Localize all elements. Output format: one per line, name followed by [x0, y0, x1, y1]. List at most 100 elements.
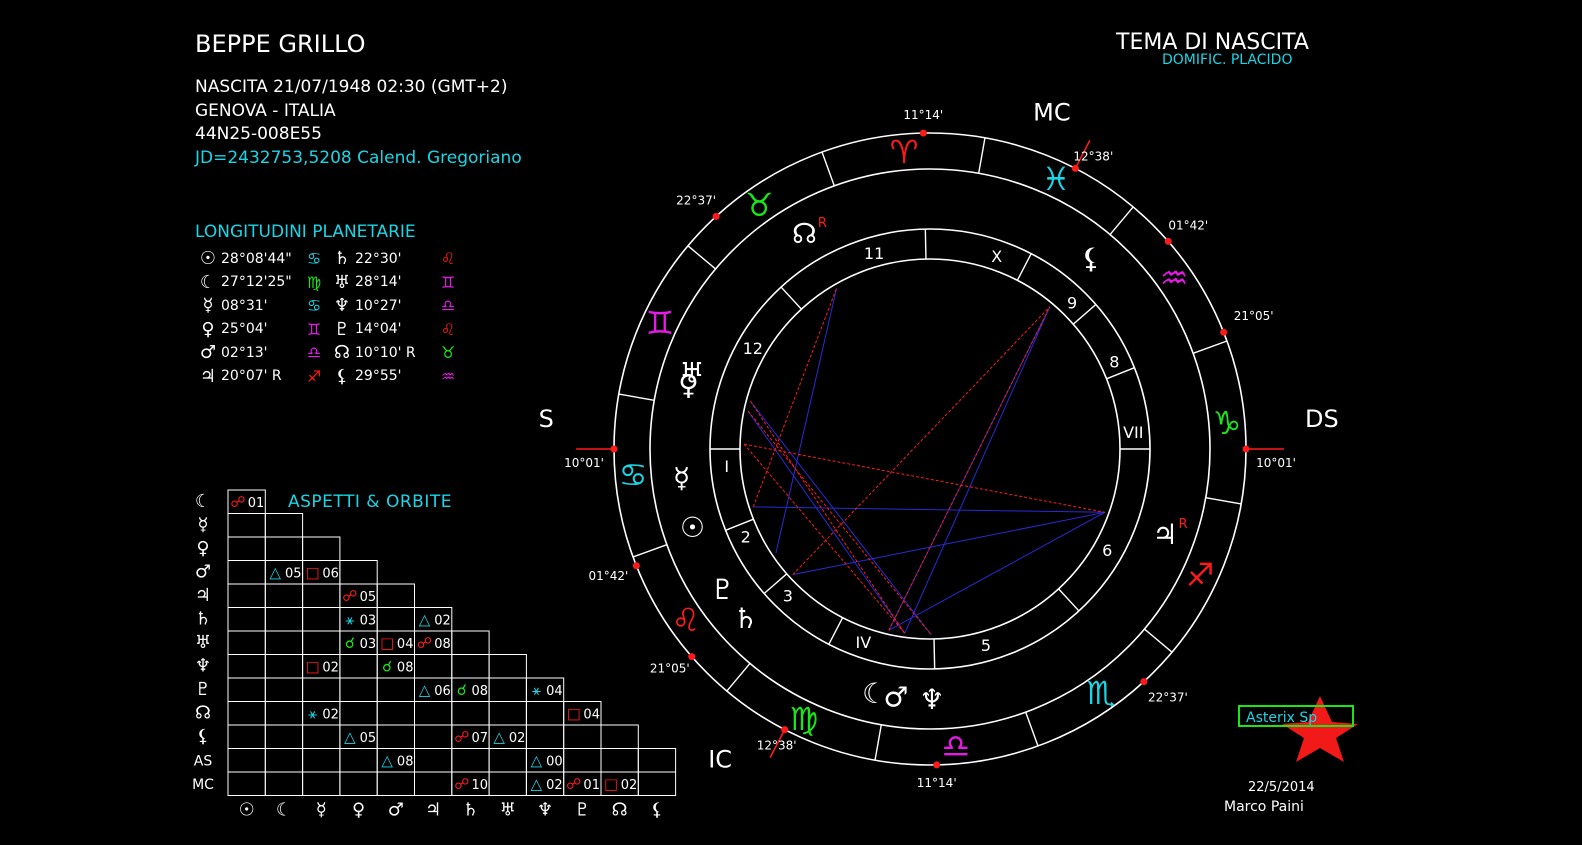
aspect-cell — [414, 724, 453, 749]
planet-glyph-icon: ♅ — [333, 271, 351, 293]
aspect-orb: 06 — [434, 684, 451, 699]
aspect-orb: 03 — [360, 637, 377, 652]
aspect-orb: 08 — [434, 637, 451, 652]
house-number: I — [724, 457, 729, 476]
aspect-symbol: ☍ — [454, 728, 469, 746]
zodiac-sign-icon: ♍ — [306, 272, 322, 292]
planet-longitude-row: ♂ 02°13' ♎ — [195, 341, 329, 365]
aspect-cell — [488, 748, 527, 773]
aspect-cell — [339, 771, 378, 796]
aspect-cell — [227, 654, 266, 679]
sign-boundary — [618, 393, 655, 401]
aspect-symbol: △ — [381, 752, 393, 770]
aspect-symbol: ☌ — [345, 634, 355, 652]
sign-boundary — [874, 724, 882, 761]
cusp-degree-label: 12°38' — [1073, 149, 1113, 163]
house-number: 3 — [783, 586, 793, 605]
aspect-cell — [339, 701, 378, 726]
aspect-orb: 08 — [397, 661, 414, 676]
house-cusp — [828, 617, 844, 645]
aspect-cell — [376, 607, 415, 632]
cusp-degree-label: 12°38' — [757, 739, 797, 753]
aspect-orb: 05 — [360, 731, 377, 746]
aspect-col-label: ♂ — [388, 800, 404, 821]
aspect-orb: 02 — [434, 614, 451, 629]
aspect-cell — [451, 701, 490, 726]
aspect-row-label: ♂ — [195, 562, 211, 583]
aspect-cell — [451, 630, 490, 655]
zodiac-sign-icon: ♒ — [1160, 259, 1189, 297]
planet-glyph-icon: ♃ — [1153, 518, 1178, 551]
zodiac-sign-icon: ♊ — [440, 272, 456, 292]
planet-glyph-icon: ♂ — [884, 681, 909, 714]
retrograde-marker: R — [818, 216, 827, 231]
aspect-cell — [264, 677, 304, 702]
house-number: 5 — [981, 636, 991, 655]
aspect-cell — [227, 677, 266, 702]
cusp-degree-label: 01°42' — [588, 569, 628, 583]
planet-glyph-icon: ♀ — [201, 318, 215, 340]
planet-glyph-icon: ⚸ — [335, 365, 349, 387]
planet-longitude-value: 08°31' — [221, 297, 268, 314]
aspect-cell — [488, 677, 527, 702]
aspect-cell — [376, 771, 415, 796]
aspect-symbol: ☌ — [457, 681, 467, 699]
aspect-cell — [414, 654, 453, 679]
zodiac-sign-icon: ♎ — [440, 296, 456, 316]
cusp-dot — [688, 653, 696, 661]
cusp-dot — [1242, 445, 1250, 453]
aspect-cell — [227, 724, 266, 749]
aspect-orb: 02 — [509, 731, 526, 746]
planet-glyph-icon: ♂ — [199, 342, 217, 364]
aspect-cell — [302, 748, 341, 773]
cusp-degree-label: 21°05' — [1234, 309, 1274, 323]
coordinates: 44N25-008E55 — [195, 124, 322, 144]
aspect-cell — [302, 607, 341, 632]
aspect-row-label: ♆ — [195, 656, 211, 677]
planet-glyph-icon: ♄ — [333, 248, 351, 270]
aspect-cell — [264, 583, 304, 608]
zodiac-sign-icon: ♌ — [440, 249, 456, 269]
house-number: X — [991, 247, 1002, 266]
aspect-cell — [302, 677, 341, 702]
aspect-cell — [227, 630, 266, 655]
house-number: 8 — [1109, 353, 1119, 372]
aspect-line — [747, 410, 932, 636]
sign-boundary — [726, 662, 751, 692]
planet-longitude-value: 02°13' — [221, 344, 268, 361]
planet-longitude-value: 22°30' — [355, 250, 402, 267]
aspect-row-label: ⚸ — [196, 726, 209, 747]
zodiac-sign-icon: ♋ — [306, 296, 322, 316]
planet-glyph-icon: ☾ — [199, 271, 217, 293]
zodiac-sign-icon: ♎ — [942, 727, 971, 765]
aspect-symbol: ☍ — [417, 634, 432, 652]
aspect-cell — [376, 677, 415, 702]
planet-longitude-value: 25°04' — [221, 321, 268, 338]
aspect-line — [749, 400, 906, 634]
longitudes-title: LONGITUDINI PLANETARIE — [195, 222, 416, 242]
house-number: IV — [855, 633, 871, 652]
aspect-col-label: ♄ — [462, 800, 478, 821]
aspect-orb: 08 — [472, 684, 489, 699]
cusp-degree-label: 10°01' — [1256, 456, 1296, 470]
aspect-cell — [414, 771, 453, 796]
planet-glyph-icon: ♆ — [919, 683, 944, 716]
axis-label-as: AS — [540, 405, 554, 433]
zodiac-sign-icon: ♋ — [619, 456, 648, 494]
house-number: 9 — [1067, 294, 1077, 313]
aspect-symbol: ⚹ — [308, 705, 317, 723]
house-cusp — [933, 638, 936, 669]
aspect-symbol: □ — [306, 564, 320, 582]
axis-label-mc: MC — [1033, 98, 1070, 126]
cusp-degree-label: 10°01' — [564, 456, 604, 470]
aspect-row-label: AS — [194, 754, 213, 770]
aspect-col-label: ☿ — [316, 800, 327, 821]
julian-day: JD=2432753,5208 Calend. Gregoriano — [195, 148, 522, 168]
planet-longitude-row: ♆ 10°27' ♎ — [329, 294, 463, 318]
logo-label: Asterix Sp — [1238, 705, 1354, 727]
zodiac-sign-icon: ♎ — [306, 343, 322, 363]
house-cusp — [1058, 588, 1080, 612]
planet-glyph-icon: ♃ — [199, 365, 217, 387]
aspect-cell — [414, 748, 453, 773]
aspect-cell — [227, 771, 266, 796]
